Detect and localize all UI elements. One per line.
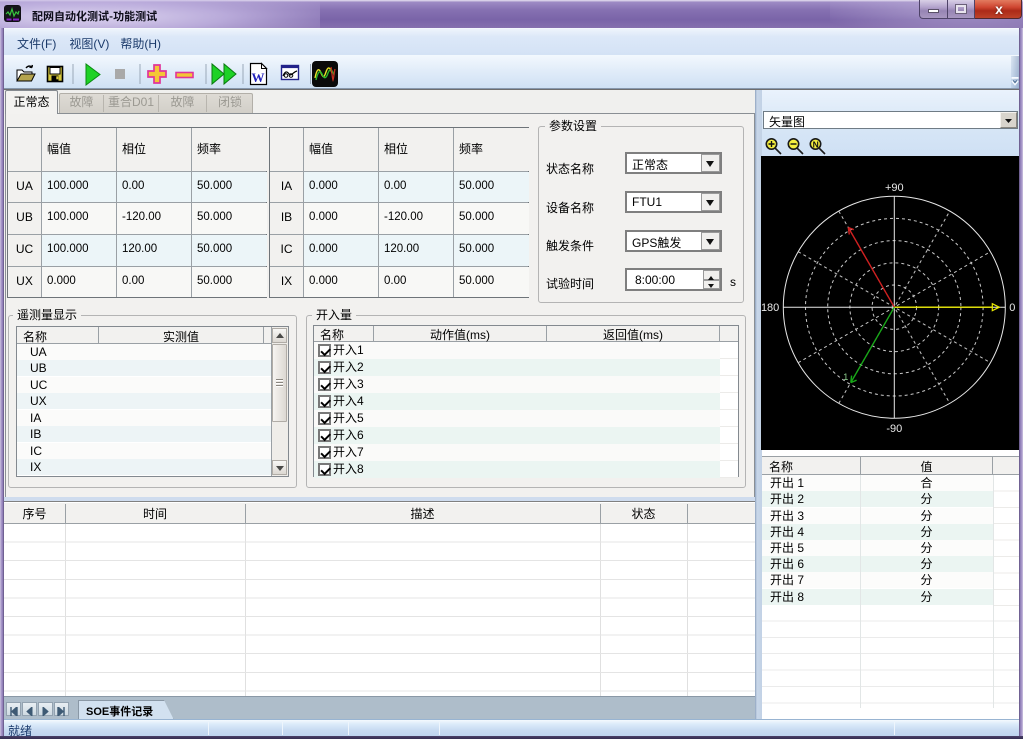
svg-text:-90: -90 xyxy=(886,423,902,435)
svg-text:180: 180 xyxy=(761,302,779,314)
svg-text:W: W xyxy=(252,70,265,85)
svg-text:0: 0 xyxy=(1009,302,1015,314)
svg-text:N: N xyxy=(813,140,819,150)
svg-text:+90: +90 xyxy=(885,182,904,194)
svg-text:1: 1 xyxy=(843,372,848,382)
